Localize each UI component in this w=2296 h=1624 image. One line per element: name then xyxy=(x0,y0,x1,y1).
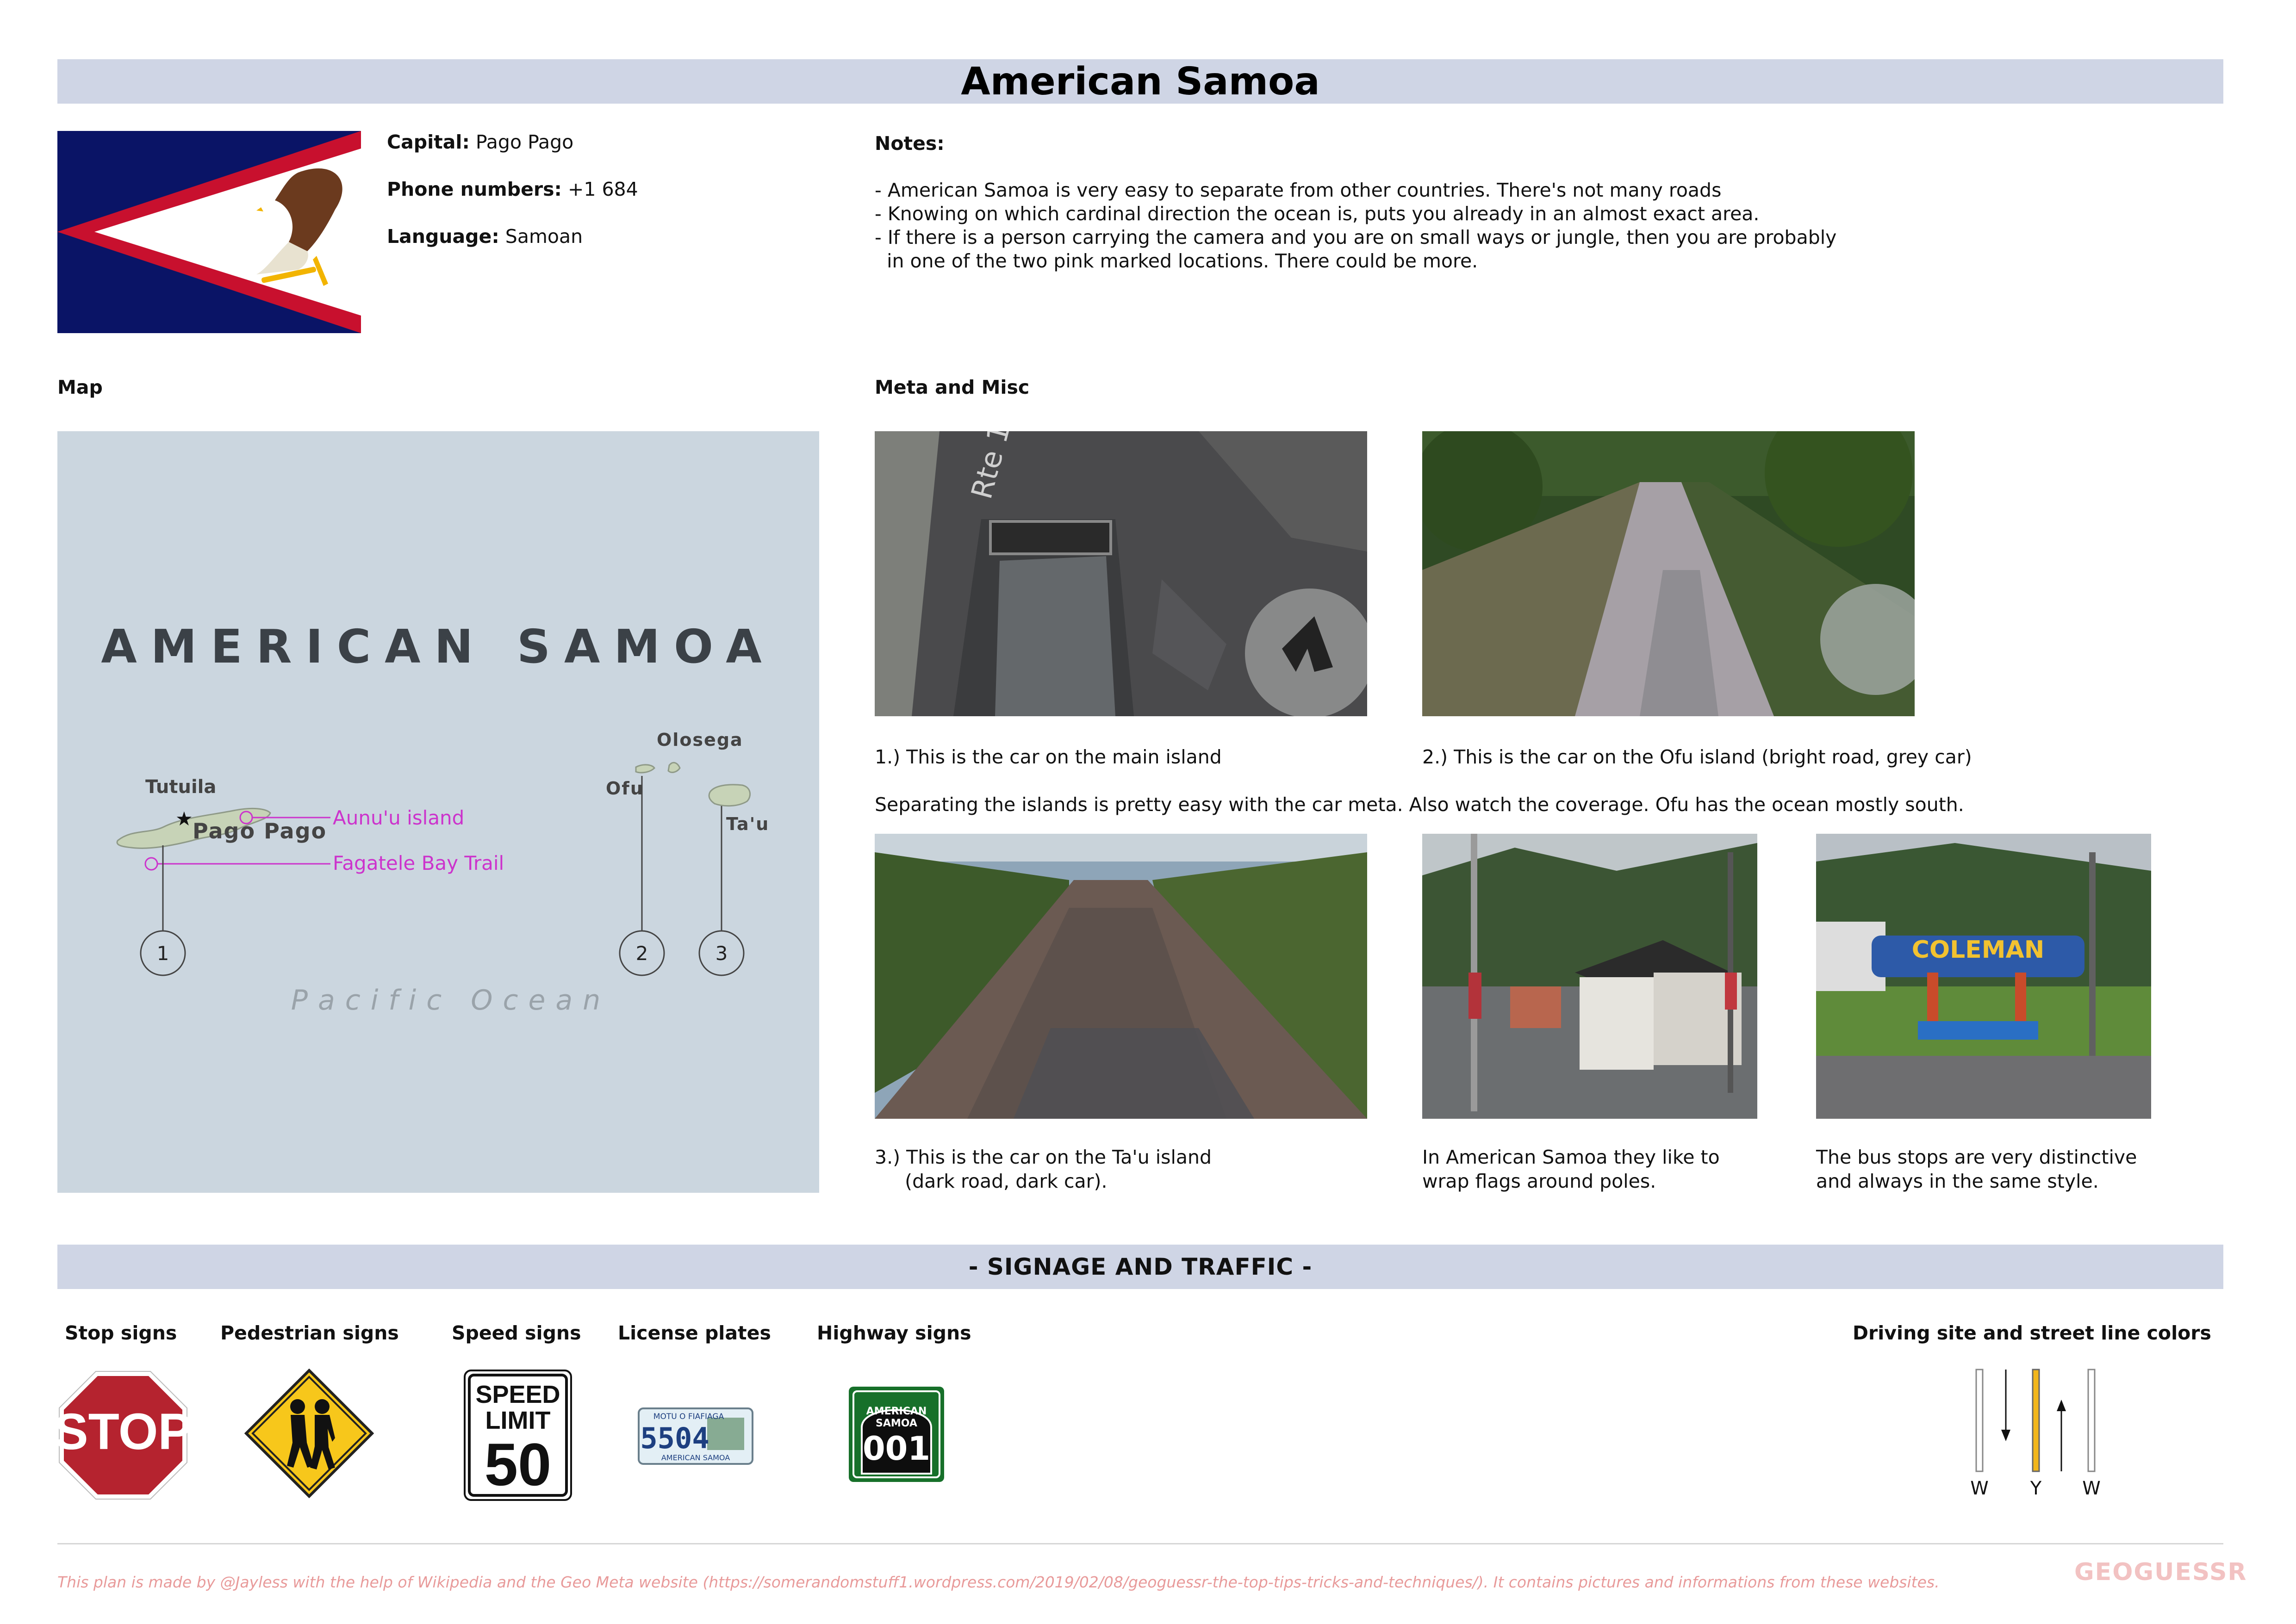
stop-sign-text: STOP xyxy=(57,1403,189,1460)
map-heading: Map xyxy=(57,376,103,398)
highway-sign-line2: SAMOA xyxy=(876,1418,917,1429)
language-row: Language: Samoan xyxy=(387,225,583,248)
map-country-label: AMERICAN SAMOA xyxy=(101,620,775,674)
meta-separator-text: Separating the islands is pretty easy wi… xyxy=(875,793,1964,816)
notes-line: - If there is a person carrying the came… xyxy=(875,226,1837,248)
geoguessr-logo: GEOGUESSR xyxy=(2074,1558,2247,1586)
phone-label: Phone numbers: xyxy=(387,178,562,200)
speed-sign-line2: LIMIT xyxy=(485,1407,551,1434)
ofu-island-shape xyxy=(635,764,655,774)
marker-1-label: 1 xyxy=(157,942,169,965)
highway-sign-icon: AMERICAN SAMOA 001 xyxy=(849,1387,944,1482)
map-ofu-label: Ofu xyxy=(606,778,644,799)
speed-limit-sign-icon: SPEED LIMIT 50 xyxy=(464,1370,572,1501)
license-plate-icon: MOTU O FIAFIAGA 5504 AMERICAN SAMOA xyxy=(638,1407,753,1465)
signage-banner: - SIGNAGE AND TRAFFIC - xyxy=(57,1245,2223,1289)
tau-island-shape xyxy=(708,784,751,807)
speed-sign-line1: SPEED xyxy=(475,1381,560,1408)
highway-signs-heading: Highway signs xyxy=(817,1322,971,1344)
speed-sign-value: 50 xyxy=(485,1431,552,1498)
capital-label: Capital: xyxy=(387,131,470,153)
notes-heading: Notes: xyxy=(875,132,945,155)
footer-divider xyxy=(57,1543,2223,1544)
line-label-left: W xyxy=(1970,1478,1989,1499)
yellow-center-line xyxy=(2032,1369,2040,1472)
page-title: American Samoa xyxy=(961,59,1320,104)
bus-stop-sign-text: COLEMAN xyxy=(1912,936,2045,964)
arrow-down-icon xyxy=(2001,1430,2010,1441)
capital-row: Capital: Pago Pago xyxy=(387,131,573,153)
title-banner: American Samoa xyxy=(57,59,2223,104)
plate-number: 5504 xyxy=(640,1421,709,1455)
map-tutuila-label: Tutuila xyxy=(145,776,216,798)
line-label-center: Y xyxy=(2030,1478,2042,1499)
language-label: Language: xyxy=(387,225,499,248)
map-star-icon: ★ xyxy=(175,807,193,830)
fagatele-marker xyxy=(144,857,158,871)
road-lines-diagram: W Y W xyxy=(1970,1369,2101,1499)
stop-sign-icon: STOP xyxy=(57,1371,189,1500)
map-aunuu-label: Aunu'u island xyxy=(333,806,464,829)
pedestrian-sign-icon xyxy=(244,1369,374,1498)
driving-side-heading: Driving site and street line colors xyxy=(1853,1322,2211,1344)
photo-flag-poles xyxy=(1422,834,1757,1119)
line-label-right: W xyxy=(2082,1478,2101,1499)
marker-2-label: 2 xyxy=(636,942,648,965)
plate-bottom-text: AMERICAN SAMOA xyxy=(661,1453,730,1462)
phone-value: +1 684 xyxy=(568,178,638,200)
language-value: Samoan xyxy=(505,225,583,248)
map-canvas: AMERICAN SAMOA Pacific Ocean Tutuila ★ P… xyxy=(101,620,775,1017)
map-tau-label: Ta'u xyxy=(726,814,769,834)
photo-bus-stop: COLEMAN xyxy=(1816,834,2151,1119)
map-ocean-label: Pacific Ocean xyxy=(291,984,610,1017)
marker-3-label: 3 xyxy=(716,942,728,965)
pedestrian-signs-heading: Pedestrian signs xyxy=(220,1322,399,1344)
caption-ofu-island: 2.) This is the car on the Ofu island (b… xyxy=(1422,746,1972,768)
signage-banner-title: - SIGNAGE AND TRAFFIC - xyxy=(968,1253,1313,1280)
phone-row: Phone numbers: +1 684 xyxy=(387,178,638,200)
highway-sign-line1: AMERICAN xyxy=(866,1406,927,1417)
olosega-island-shape xyxy=(667,762,681,773)
highway-sign-number: 001 xyxy=(863,1430,930,1468)
caption-main-island: 1.) This is the car on the main island xyxy=(875,746,1222,768)
notes-line: in one of the two pink marked locations.… xyxy=(875,250,1478,272)
map-olosega-label: Olosega xyxy=(657,730,743,750)
photo-ofu-island-car xyxy=(1422,431,1915,716)
caption-tau-island: 3.) This is the car on the Ta'u island (… xyxy=(875,1146,1212,1192)
notes-line: - Knowing on which cardinal direction th… xyxy=(875,203,1760,225)
meta-heading: Meta and Misc xyxy=(875,376,1030,398)
map-fagatele-label: Fagatele Bay Trail xyxy=(333,852,504,874)
license-plates-heading: License plates xyxy=(618,1322,771,1344)
map-capital-label: Pago Pago xyxy=(193,818,327,843)
stop-signs-heading: Stop signs xyxy=(65,1322,177,1344)
speed-signs-heading: Speed signs xyxy=(452,1322,581,1344)
map-panel: AMERICAN SAMOA Pacific Ocean Tutuila ★ P… xyxy=(57,431,819,1193)
caption-bus-stop: The bus stops are very distinctive and a… xyxy=(1816,1146,2137,1192)
photo-main-island-car: Rte 1 xyxy=(875,431,1367,716)
photo-tau-island-car xyxy=(875,834,1367,1119)
american-samoa-flag xyxy=(57,131,361,333)
notes-line: - American Samoa is very easy to separat… xyxy=(875,179,1722,201)
white-line-right xyxy=(2087,1369,2096,1472)
arrow-up-icon xyxy=(2057,1400,2066,1411)
white-line-left xyxy=(1975,1369,1984,1472)
caption-flag-poles: In American Samoa they like to wrap flag… xyxy=(1422,1146,1720,1192)
footer-credit-note: This plan is made by @Jayless with the h… xyxy=(57,1573,1940,1591)
plate-top-text: MOTU O FIAFIAGA xyxy=(653,1412,724,1421)
capital-value: Pago Pago xyxy=(475,131,574,153)
